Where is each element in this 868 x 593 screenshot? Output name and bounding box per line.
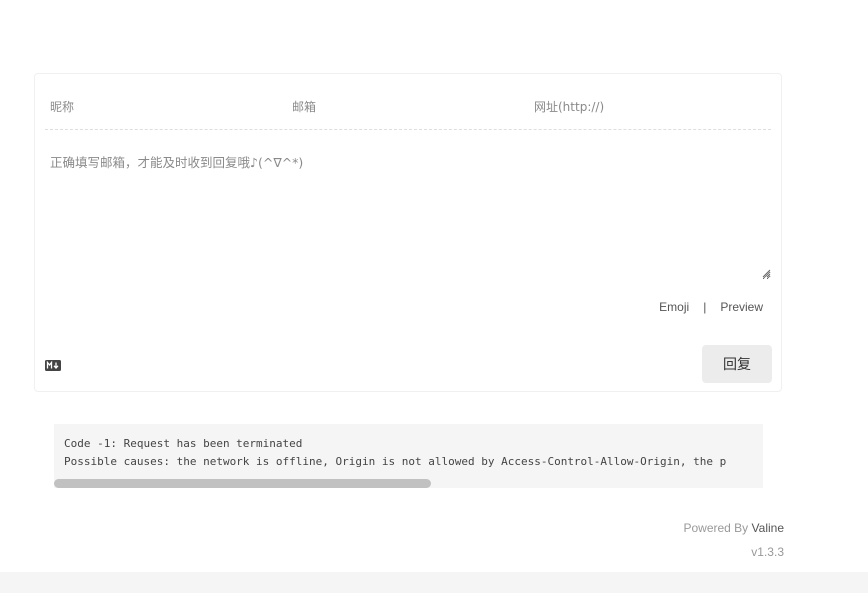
website-input[interactable] — [534, 99, 771, 114]
version-label: v1.3.3 — [751, 545, 784, 559]
email-field-wrapper — [287, 74, 529, 129]
resize-handle-icon[interactable] — [761, 268, 771, 278]
website-field-wrapper — [529, 74, 771, 129]
powered-by-prefix: Powered By — [683, 521, 752, 535]
reply-button[interactable]: 回复 — [702, 345, 772, 383]
error-line-2: Possible causes: the network is offline,… — [64, 455, 727, 468]
preview-button[interactable]: Preview — [720, 300, 763, 314]
toolbar-separator: | — [703, 300, 707, 314]
editor-toolbar: Emoji | Preview — [659, 300, 763, 314]
comment-editor[interactable] — [45, 146, 771, 280]
powered-by: Powered By Valine — [683, 521, 784, 535]
page-footer-band — [0, 572, 868, 593]
comment-header-fields — [45, 74, 771, 130]
scrollbar-thumb[interactable] — [54, 479, 431, 488]
nickname-field-wrapper — [45, 74, 287, 129]
error-line-1: Code -1: Request has been terminated — [64, 437, 303, 450]
error-panel[interactable]: Code -1: Request has been terminated Pos… — [54, 424, 763, 488]
comment-form: Emoji | Preview 回复 — [34, 73, 782, 392]
email-input[interactable] — [292, 99, 529, 114]
error-message: Code -1: Request has been terminated Pos… — [64, 435, 726, 471]
nickname-input[interactable] — [50, 99, 287, 114]
valine-link[interactable]: Valine — [752, 521, 784, 535]
horizontal-scrollbar[interactable] — [54, 478, 763, 488]
emoji-button[interactable]: Emoji — [659, 300, 689, 314]
markdown-icon[interactable] — [45, 360, 61, 371]
